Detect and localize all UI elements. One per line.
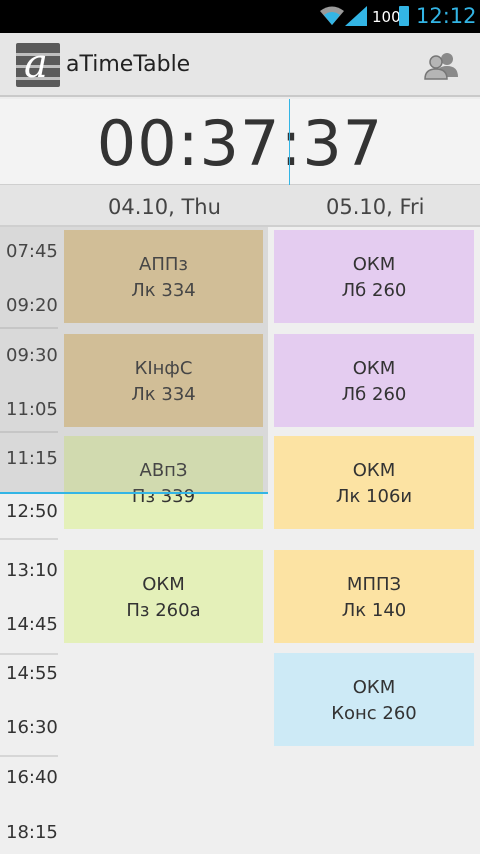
lesson-card[interactable]: МППЗ Лк 140 [274, 550, 474, 643]
time-separator [0, 755, 58, 757]
time-start: 16:40 [6, 767, 58, 788]
time-end: 14:45 [6, 614, 58, 635]
countdown-panel: 00:37:37 [0, 99, 480, 185]
status-bar: 100 12:12 [0, 0, 480, 33]
groups-icon[interactable] [424, 51, 460, 81]
elapsed-time-overlay [0, 227, 268, 493]
lesson-subject: ОКМ [352, 358, 396, 379]
status-clock: 12:12 [416, 4, 477, 28]
lesson-subject: ОКМ [352, 677, 396, 698]
time-end: 16:30 [6, 717, 58, 738]
lesson-room: Лк 140 [341, 600, 407, 621]
lesson-subject: МППЗ [346, 574, 402, 595]
timetable-grid: 07:45 09:20 09:30 11:05 11:15 12:50 13:1… [0, 227, 480, 854]
lesson-subject: ОКМ [352, 460, 396, 481]
lesson-room: Пз 260а [126, 600, 201, 621]
lesson-room: Конс 260 [331, 703, 417, 724]
lesson-subject: ОКМ [142, 574, 185, 595]
lesson-room: Лб 260 [341, 280, 407, 301]
battery-level: 100 [372, 8, 401, 26]
lesson-card[interactable]: ОКМ Лб 260 [274, 334, 474, 427]
time-end: 18:15 [6, 822, 58, 843]
lesson-subject: ОКМ [352, 254, 396, 275]
lesson-card[interactable]: ОКМ Конс 260 [274, 653, 474, 746]
day-header: 04.10, Thu 05.10, Fri [0, 185, 480, 227]
battery-icon [399, 6, 409, 26]
action-bar: a aTimeTable [0, 33, 480, 97]
lesson-card[interactable]: ОКМ Пз 260а [64, 550, 263, 643]
signal-icon [345, 6, 367, 26]
countdown-timer: 00:37:37 [96, 107, 384, 180]
logo-letter: a [24, 41, 48, 87]
time-separator [0, 653, 58, 655]
day-header-thu[interactable]: 04.10, Thu [108, 195, 221, 219]
lesson-room: Лк 106и [335, 486, 413, 507]
lesson-card[interactable]: ОКМ Лк 106и [274, 436, 474, 529]
current-time-line [0, 492, 268, 494]
time-end: 12:50 [6, 501, 58, 522]
time-start: 13:10 [6, 560, 58, 581]
app-title: aTimeTable [66, 52, 191, 77]
lesson-room: Лб 260 [341, 384, 407, 405]
lesson-card[interactable]: ОКМ Лб 260 [274, 230, 474, 323]
app-logo-icon[interactable]: a [16, 43, 60, 87]
timer-cursor-line [289, 99, 290, 185]
time-start: 14:55 [6, 663, 58, 684]
time-separator [0, 538, 58, 540]
wifi-icon [320, 6, 344, 25]
day-header-fri[interactable]: 05.10, Fri [326, 195, 425, 219]
